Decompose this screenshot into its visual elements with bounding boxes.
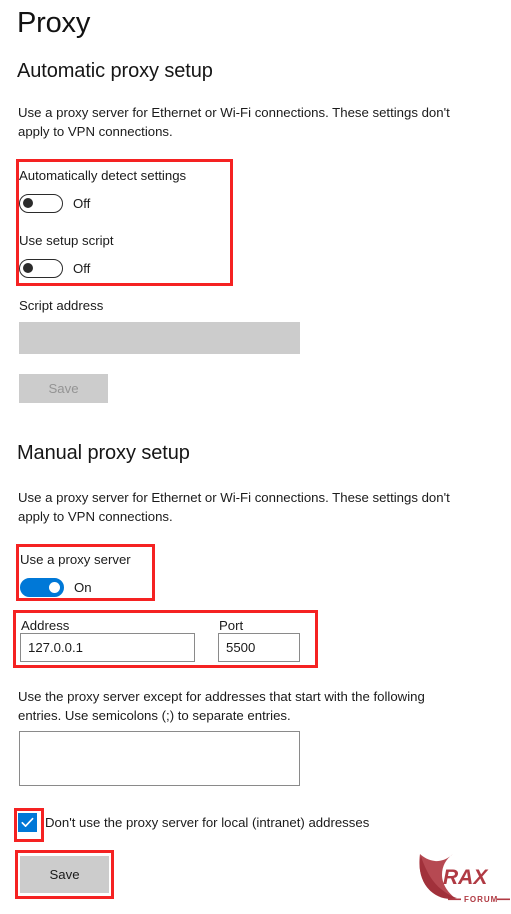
crax-forum-watermark: RAX FORUM xyxy=(417,840,511,909)
automatic-proxy-setup-heading: Automatic proxy setup xyxy=(17,60,213,82)
watermark-subtitle-text: FORUM xyxy=(464,895,498,904)
use-setup-script-state: Off xyxy=(73,261,91,276)
address-label: Address xyxy=(21,618,70,633)
exceptions-description: Use the proxy server except for addresse… xyxy=(18,689,425,723)
toggle-knob xyxy=(23,198,33,209)
use-setup-script-label: Use setup script xyxy=(19,233,114,248)
checkmark-icon xyxy=(21,817,34,827)
page-title: Proxy xyxy=(17,7,91,39)
auto-detect-settings-label: Automatically detect settings xyxy=(19,168,187,183)
use-proxy-server-state: On xyxy=(74,580,92,595)
manual-proxy-description: Use a proxy server for Ethernet or Wi-Fi… xyxy=(18,490,450,524)
toggle-knob xyxy=(49,581,60,593)
use-proxy-server-label: Use a proxy server xyxy=(20,552,131,567)
bypass-local-checkbox[interactable] xyxy=(18,813,37,832)
manual-proxy-setup-heading: Manual proxy setup xyxy=(17,442,190,464)
port-label: Port xyxy=(219,618,244,633)
script-address-save-button[interactable]: Save xyxy=(19,374,108,403)
script-address-input[interactable] xyxy=(19,322,300,354)
port-input[interactable] xyxy=(218,633,300,662)
auto-detect-settings-toggle[interactable] xyxy=(19,194,63,213)
automatic-proxy-description: Use a proxy server for Ethernet or Wi-Fi… xyxy=(18,105,450,139)
toggle-knob xyxy=(23,263,33,274)
bypass-local-label: Don't use the proxy server for local (in… xyxy=(45,815,370,830)
use-setup-script-toggle[interactable] xyxy=(19,259,63,278)
auto-detect-settings-state: Off xyxy=(73,196,91,211)
watermark-brand-text: RAX xyxy=(443,866,489,889)
address-input[interactable] xyxy=(20,633,195,662)
script-address-label: Script address xyxy=(19,298,104,313)
exceptions-textarea[interactable] xyxy=(19,731,300,786)
use-proxy-server-toggle[interactable] xyxy=(20,578,64,597)
manual-save-button[interactable]: Save xyxy=(20,856,109,893)
